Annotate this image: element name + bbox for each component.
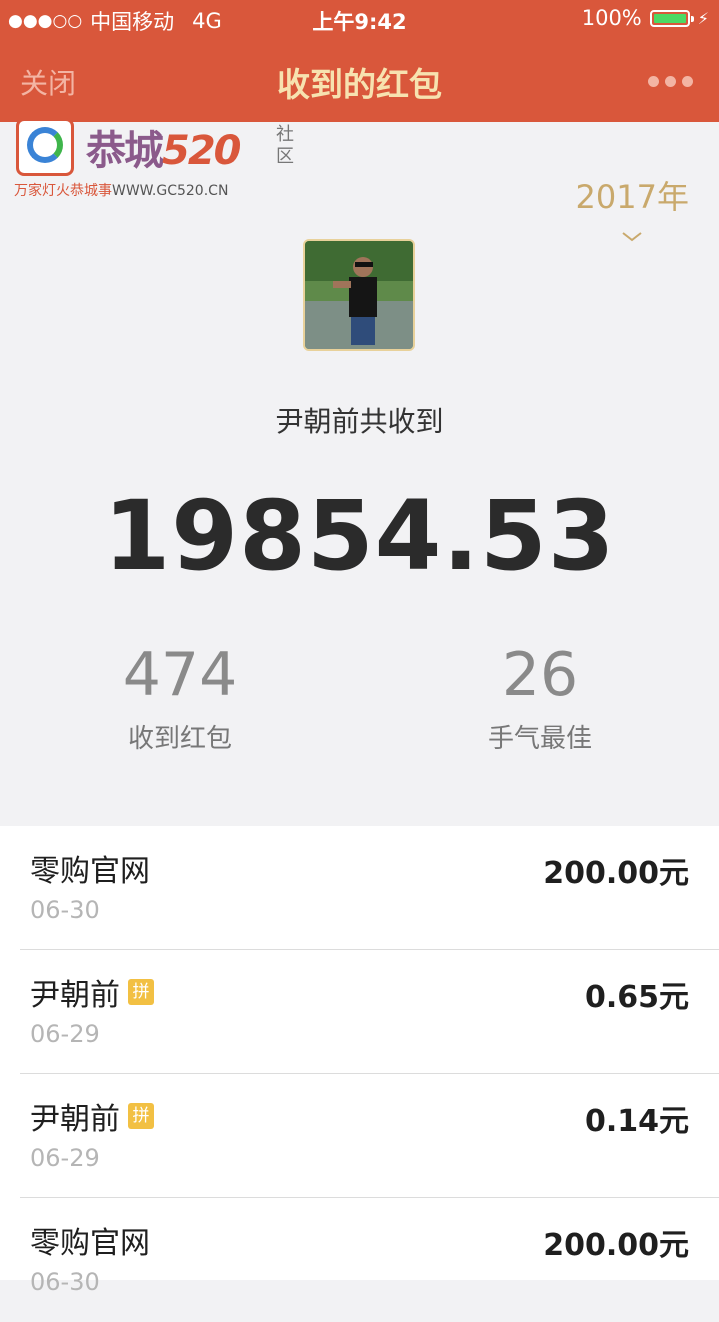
more-menu-icon[interactable]	[648, 76, 693, 87]
record-date: 06-30	[30, 1268, 100, 1296]
group-badge: 拼	[128, 979, 154, 1005]
page-title: 收到的红包	[277, 65, 442, 104]
record-amount: 0.14元	[584, 1104, 689, 1139]
received-count: 474	[122, 640, 238, 710]
record-sender: 尹朝前	[30, 978, 120, 1013]
avatar	[303, 239, 415, 351]
record-date: 06-30	[30, 896, 100, 924]
best-luck-stat: 26 手气最佳	[440, 640, 640, 755]
received-count-stat: 474 收到红包	[80, 640, 280, 755]
watermark: 恭城520 社区 万家灯火恭城事WWW.GC520.CN	[14, 118, 314, 203]
record-sender: 零购官网	[30, 854, 150, 889]
best-luck-count: 26	[501, 640, 579, 710]
total-amount: 19854.53	[103, 480, 616, 592]
list-item[interactable]: 零购官网 06-30 200.00元	[0, 1198, 719, 1322]
best-luck-label: 手气最佳	[487, 724, 592, 754]
record-amount: 200.00元	[543, 1228, 689, 1263]
status-bar: ●●●○○ 中国移动 4G 上午9:42 100% ⚡	[0, 0, 719, 40]
record-sender: 尹朝前	[30, 1102, 120, 1137]
record-amount: 0.65元	[584, 980, 689, 1015]
charging-icon: ⚡	[697, 8, 709, 28]
battery-icon	[649, 9, 694, 27]
watermark-logo-icon	[16, 118, 74, 176]
nav-bar: 关闭 收到的红包	[0, 40, 719, 122]
summary-label: 尹朝前共收到	[275, 405, 444, 438]
group-badge: 拼	[128, 1103, 154, 1129]
list-item[interactable]: 尹朝前拼 06-29 0.14元	[0, 1074, 719, 1198]
record-sender: 零购官网	[30, 1226, 150, 1261]
watermark-side-text: 社区	[276, 124, 294, 167]
received-count-label: 收到红包	[127, 724, 232, 754]
record-date: 06-29	[30, 1144, 100, 1172]
battery-percent: 100%	[581, 6, 642, 30]
watermark-slogan: 万家灯火恭城事WWW.GC520.CN	[14, 183, 229, 199]
watermark-brand: 恭城520	[86, 128, 241, 174]
list-item[interactable]: 零购官网 06-30 200.00元	[0, 826, 719, 950]
record-date: 06-29	[30, 1020, 100, 1048]
header: ●●●○○ 中国移动 4G 上午9:42 100% ⚡ 关闭 收到的红包	[0, 0, 719, 122]
record-list: 零购官网 06-30 200.00元 尹朝前拼 06-29 0.65元 尹朝前拼…	[0, 826, 719, 1296]
year-selector[interactable]: 2017年	[576, 172, 689, 218]
chevron-down-icon[interactable]	[621, 226, 643, 248]
list-item[interactable]: 尹朝前拼 06-29 0.65元	[0, 950, 719, 1074]
record-amount: 200.00元	[543, 856, 689, 891]
